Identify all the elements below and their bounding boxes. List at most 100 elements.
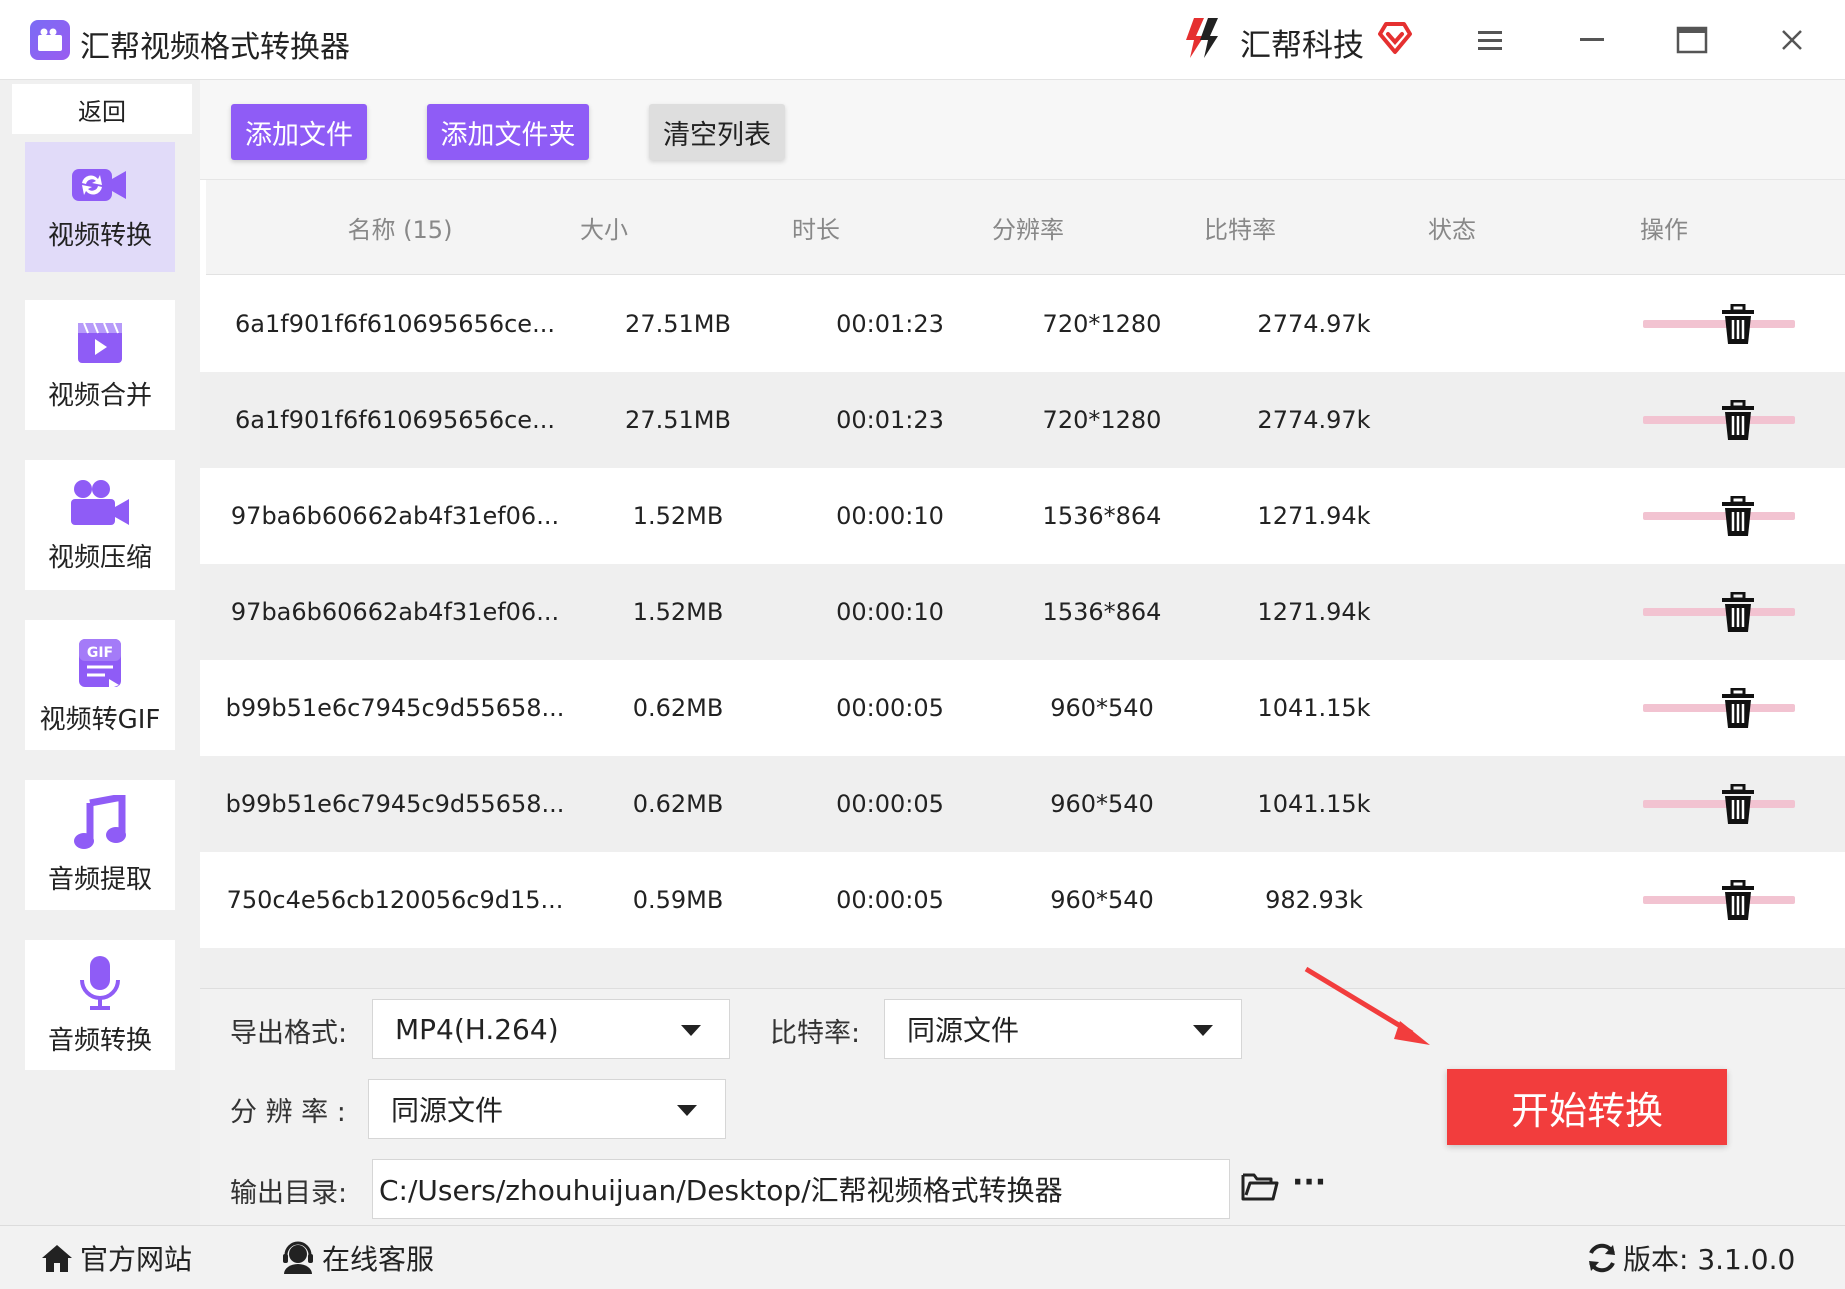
footer: 官方网站 在线客服 版本: 3.1.0.0 [0, 1225, 1845, 1289]
table-row[interactable]: 6a1f901f6f610695656ce... 27.51MB 00:01:2… [200, 276, 1845, 372]
output-path-input[interactable]: C:/Users/zhouhuijuan/Desktop/汇帮视频格式转换器 [372, 1159, 1230, 1219]
trash-icon[interactable] [1718, 303, 1758, 346]
home-icon [42, 1245, 72, 1272]
column-header-name[interactable]: 名称 (15) [290, 180, 510, 275]
file-resolution: 1536*864 [1042, 502, 1162, 530]
format-label: 导出格式: [230, 1018, 348, 1049]
table-row[interactable]: 97ba6b60662ab4f31ef06... 1.52MB 00:00:10… [200, 564, 1845, 660]
file-name: b99b51e6c7945c9d55658... [225, 790, 565, 818]
svg-text:GIF: GIF [87, 645, 113, 661]
video-compress-icon [71, 479, 129, 525]
bitrate-select-value: 同源文件 [907, 1014, 1020, 1047]
chevron-down-icon [681, 1025, 701, 1036]
sidebar-item-label: 视频转GIF [39, 704, 161, 735]
column-header-action: 操作 [1640, 216, 1688, 244]
bitrate-select[interactable]: 同源文件 [884, 999, 1242, 1059]
table-row[interactable]: 97ba6b60662ab4f31ef06... 1.52MB 00:00:10… [200, 468, 1845, 564]
sidebar-item-video-convert[interactable]: 视频转换 [25, 142, 175, 272]
format-select-value: MP4(H.264) [395, 1012, 559, 1046]
start-convert-button[interactable]: 开始转换 [1447, 1069, 1727, 1145]
add-file-button[interactable]: 添加文件 [231, 104, 367, 160]
file-name: 97ba6b60662ab4f31ef06... [230, 598, 560, 626]
column-header-bitrate[interactable]: 比特率 [1160, 180, 1320, 275]
table-row-partial[interactable] [200, 948, 1845, 988]
back-button[interactable]: 返回 [12, 84, 192, 134]
folder-icon[interactable] [1240, 1169, 1280, 1207]
brand-badge-icon [1376, 18, 1414, 56]
close-icon[interactable] [1770, 18, 1814, 62]
resolution-select[interactable]: 同源文件 [368, 1079, 726, 1139]
sidebar-item-audio-extract[interactable]: 音频提取 [25, 780, 175, 910]
app-logo-icon [30, 20, 70, 60]
microphone-icon [80, 955, 120, 1010]
file-resolution: 720*1280 [1042, 406, 1162, 434]
file-duration: 00:01:23 [836, 406, 944, 434]
video-merge-icon [78, 322, 122, 363]
file-size: 0.62MB [632, 790, 724, 818]
file-bitrate: 1041.15k [1257, 694, 1371, 722]
online-support-link[interactable]: 在线客服 [280, 1236, 434, 1280]
more-options-button[interactable]: ··· [1292, 1165, 1326, 1200]
sidebar: 返回 视频转换 视频合并 视频压缩 GIF 视频转GIF 音频提取 音频转换 [0, 80, 200, 1225]
video-convert-icon [72, 168, 126, 201]
file-bitrate: 1041.15k [1257, 790, 1371, 818]
table-row[interactable]: b99b51e6c7945c9d55658... 0.62MB 00:00:05… [200, 756, 1845, 852]
sidebar-item-audio-convert[interactable]: 音频转换 [25, 940, 175, 1070]
brand-logo-icon [1180, 14, 1226, 60]
brand-name: 汇帮科技 [1240, 28, 1364, 64]
file-resolution: 960*540 [1050, 694, 1154, 722]
sidebar-item-video-merge[interactable]: 视频合并 [25, 300, 175, 430]
table-row[interactable]: 6a1f901f6f610695656ce... 27.51MB 00:01:2… [200, 372, 1845, 468]
file-name: b99b51e6c7945c9d55658... [225, 694, 565, 722]
maximize-icon[interactable] [1670, 18, 1714, 62]
resolution-label: 分 辨 率 : [230, 1097, 346, 1128]
sidebar-item-video-gif[interactable]: GIF 视频转GIF [25, 620, 175, 750]
file-resolution: 960*540 [1050, 886, 1154, 914]
sidebar-item-label: 视频合并 [47, 380, 152, 411]
trash-icon[interactable] [1718, 879, 1758, 922]
trash-icon[interactable] [1718, 591, 1758, 634]
official-website-link[interactable]: 官方网站 [40, 1236, 192, 1280]
format-select[interactable]: MP4(H.264) [372, 999, 730, 1059]
trash-icon[interactable] [1718, 687, 1758, 730]
trash-icon[interactable] [1718, 399, 1758, 442]
menu-icon[interactable] [1468, 18, 1512, 62]
table-row[interactable]: b99b51e6c7945c9d55658... 0.62MB 00:00:05… [200, 660, 1845, 756]
file-size: 27.51MB [625, 406, 731, 434]
trash-icon[interactable] [1718, 495, 1758, 538]
output-label: 输出目录: [230, 1178, 348, 1209]
sidebar-item-label: 视频转换 [47, 220, 152, 251]
table-row[interactable]: 750c4e56cb120056c9d15... 0.59MB 00:00:05… [200, 852, 1845, 948]
file-bitrate: 1271.94k [1257, 598, 1371, 626]
trash-icon[interactable] [1718, 783, 1758, 826]
file-size: 0.59MB [632, 886, 724, 914]
customer-service-icon [283, 1241, 313, 1274]
minimize-icon[interactable] [1570, 18, 1614, 62]
chevron-down-icon [677, 1105, 697, 1116]
file-name: 6a1f901f6f610695656ce... [235, 406, 555, 434]
file-bitrate: 982.93k [1265, 886, 1363, 914]
column-header-duration[interactable]: 时长 [736, 180, 896, 275]
sidebar-item-video-compress[interactable]: 视频压缩 [25, 460, 175, 590]
sidebar-item-label: 音频转换 [47, 1025, 152, 1056]
file-bitrate: 2774.97k [1257, 406, 1371, 434]
chevron-down-icon [1193, 1025, 1213, 1036]
refresh-icon[interactable] [1585, 1241, 1619, 1275]
file-resolution: 1536*864 [1042, 598, 1162, 626]
column-header-size[interactable]: 大小 [524, 180, 684, 275]
file-table: 名称 (15) 大小 时长 分辨率 比特率 状态 操作 6a1f901f6f61… [200, 180, 1845, 988]
file-size: 0.62MB [632, 694, 724, 722]
file-duration: 00:01:23 [836, 310, 944, 338]
file-name: 97ba6b60662ab4f31ef06... [230, 502, 560, 530]
official-website-label: 官方网站 [80, 1243, 193, 1276]
file-resolution: 720*1280 [1042, 310, 1162, 338]
column-header-resolution[interactable]: 分辨率 [948, 180, 1108, 275]
clear-list-button[interactable]: 清空列表 [649, 104, 785, 160]
music-note-icon [74, 794, 126, 849]
version-info: 版本: 3.1.0.0 [1585, 1236, 1795, 1280]
toolbar: 添加文件 添加文件夹 清空列表 [200, 80, 1845, 180]
sidebar-item-label: 音频提取 [47, 864, 152, 895]
file-bitrate: 1271.94k [1257, 502, 1371, 530]
add-folder-button[interactable]: 添加文件夹 [427, 104, 589, 160]
resolution-select-value: 同源文件 [391, 1094, 504, 1127]
